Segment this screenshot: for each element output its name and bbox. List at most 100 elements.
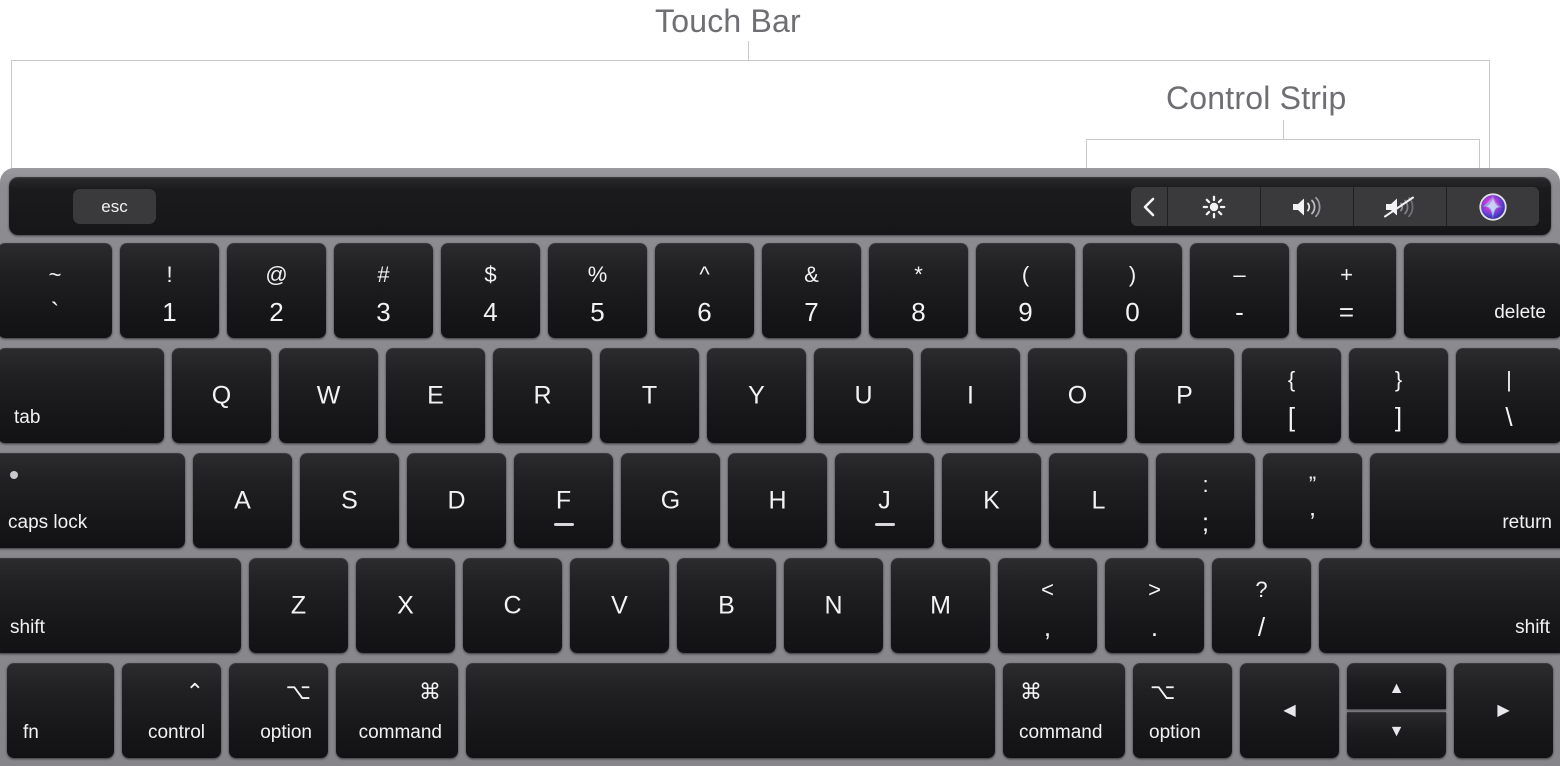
key-4[interactable]: $4 <box>441 243 540 338</box>
key-semicolon[interactable]: :; <box>1156 453 1255 548</box>
key-p[interactable]: P <box>1135 348 1234 443</box>
key-bracket-left-lower-legend: [ <box>1287 402 1296 432</box>
key-r[interactable]: R <box>493 348 592 443</box>
key-arrow-up[interactable]: ▲ <box>1347 663 1446 709</box>
key-8[interactable]: * 8 <box>869 243 968 338</box>
key-2[interactable]: @2 <box>227 243 326 338</box>
key-1-lower-legend: 1 <box>162 297 177 327</box>
key-t[interactable]: T <box>600 348 699 443</box>
key-shift-right-label: shift <box>1515 617 1550 638</box>
expand-control-strip-button[interactable] <box>1131 187 1168 226</box>
control-strip[interactable] <box>1131 187 1539 226</box>
key-quote-upper-legend: ” <box>1308 472 1317 497</box>
key-arrow-right[interactable]: ▶ <box>1454 663 1553 758</box>
macbook-keyboard: esc ~ `! 1 @2 #3 $4% 5 ^ 6 & 7 * 8(9) 0– - + = delete tab… <box>0 168 1560 766</box>
touch-bar-callout-label: Touch Bar <box>655 3 801 39</box>
key-return-label: return <box>1502 512 1552 533</box>
key-command-left-symbol: ⌘ <box>419 679 441 704</box>
key-v[interactable]: V <box>570 558 669 653</box>
key-6[interactable]: ^ 6 <box>655 243 754 338</box>
key-bracket-left[interactable]: {[ <box>1242 348 1341 443</box>
key-d-legend: D <box>447 486 466 514</box>
key-control[interactable]: ⌃ control <box>122 663 221 758</box>
key-l[interactable]: L <box>1049 453 1148 548</box>
key-7[interactable]: & 7 <box>762 243 861 338</box>
key-caps-lock-label: caps lock <box>8 512 88 533</box>
key-f[interactable]: F <box>514 453 613 548</box>
key-o[interactable]: O <box>1028 348 1127 443</box>
key-7-lower-legend: 7 <box>804 297 819 327</box>
key-y[interactable]: Y <box>707 348 806 443</box>
key-b[interactable]: B <box>677 558 776 653</box>
key-bracket-right-upper-legend: } <box>1394 367 1403 392</box>
key-equal[interactable]: + = <box>1297 243 1396 338</box>
key-9[interactable]: (9 <box>976 243 1075 338</box>
key-8-upper-legend: * <box>914 262 923 287</box>
key-semicolon-lower-legend: ; <box>1201 507 1210 537</box>
key-quote[interactable]: ”’ <box>1263 453 1362 548</box>
key-l-legend: L <box>1091 486 1106 514</box>
key-w[interactable]: W <box>279 348 378 443</box>
mute-button[interactable] <box>1354 187 1447 226</box>
key-3[interactable]: #3 <box>334 243 433 338</box>
key-1[interactable]: ! 1 <box>120 243 219 338</box>
key-space[interactable] <box>466 663 995 758</box>
key-grave[interactable]: ~ ` <box>0 243 112 338</box>
key-z-legend: Z <box>290 591 307 619</box>
key-delete[interactable]: delete <box>1404 243 1560 338</box>
key-u[interactable]: U <box>814 348 913 443</box>
key-shift-left[interactable]: shift <box>0 558 241 653</box>
key-arrow-left[interactable]: ◀ <box>1240 663 1339 758</box>
key-c[interactable]: C <box>463 558 562 653</box>
siri-button[interactable] <box>1447 187 1539 226</box>
key-i[interactable]: I <box>921 348 1020 443</box>
key-0-lower-legend: 0 <box>1125 297 1140 327</box>
key-m[interactable]: M <box>891 558 990 653</box>
key-option-left[interactable]: ⌥ option <box>229 663 328 758</box>
key-minus[interactable]: – - <box>1190 243 1289 338</box>
key-z[interactable]: Z <box>249 558 348 653</box>
key-tab[interactable]: tab <box>0 348 164 443</box>
key-a[interactable]: A <box>193 453 292 548</box>
key-option-right[interactable]: ⌥ option <box>1133 663 1232 758</box>
key-backslash[interactable]: | \ <box>1456 348 1560 443</box>
key-b-legend: B <box>718 591 735 619</box>
key-g[interactable]: G <box>621 453 720 548</box>
key-arrow-down[interactable]: ▼ <box>1347 712 1446 758</box>
key-d[interactable]: D <box>407 453 506 548</box>
esc-button[interactable]: esc <box>73 189 156 224</box>
key-fn[interactable]: fn <box>7 663 114 758</box>
key-k[interactable]: K <box>942 453 1041 548</box>
key-caps-lock[interactable]: caps lock <box>0 453 185 548</box>
key-q[interactable]: Q <box>172 348 271 443</box>
key-bracket-right[interactable]: }] <box>1349 348 1448 443</box>
key-bracket-left-upper-legend: { <box>1287 367 1296 392</box>
touch-bar[interactable]: esc <box>9 177 1551 235</box>
key-comma[interactable]: <, <box>998 558 1097 653</box>
arrow-down-icon: ▼ <box>1388 723 1405 740</box>
keyboard-row-number: ~ `! 1 @2 #3 $4% 5 ^ 6 & 7 * 8(9) 0– - + = delete <box>0 243 1560 346</box>
key-0[interactable]: ) 0 <box>1083 243 1182 338</box>
key-i-legend: I <box>967 381 974 409</box>
volume-button[interactable] <box>1261 187 1354 226</box>
key-command-left[interactable]: ⌘ command <box>336 663 458 758</box>
key-command-right[interactable]: ⌘ command <box>1003 663 1125 758</box>
key-f-legend: F <box>555 486 572 514</box>
key-return[interactable]: return <box>1370 453 1560 548</box>
key-shift-right[interactable]: shift <box>1319 558 1560 653</box>
key-5[interactable]: % 5 <box>548 243 647 338</box>
key-option-right-label: option <box>1149 722 1201 743</box>
key-4-upper-legend: $ <box>484 262 497 287</box>
key-arrow-left-icon: ◀ <box>1283 701 1296 719</box>
key-shift-left-label: shift <box>10 617 45 638</box>
key-h[interactable]: H <box>728 453 827 548</box>
key-period[interactable]: >. <box>1105 558 1204 653</box>
key-j[interactable]: J <box>835 453 934 548</box>
key-x[interactable]: X <box>356 558 455 653</box>
key-5-upper-legend: % <box>587 262 608 287</box>
key-s[interactable]: S <box>300 453 399 548</box>
key-slash[interactable]: ? / <box>1212 558 1311 653</box>
key-n[interactable]: N <box>784 558 883 653</box>
brightness-button[interactable] <box>1168 187 1261 226</box>
key-e[interactable]: E <box>386 348 485 443</box>
